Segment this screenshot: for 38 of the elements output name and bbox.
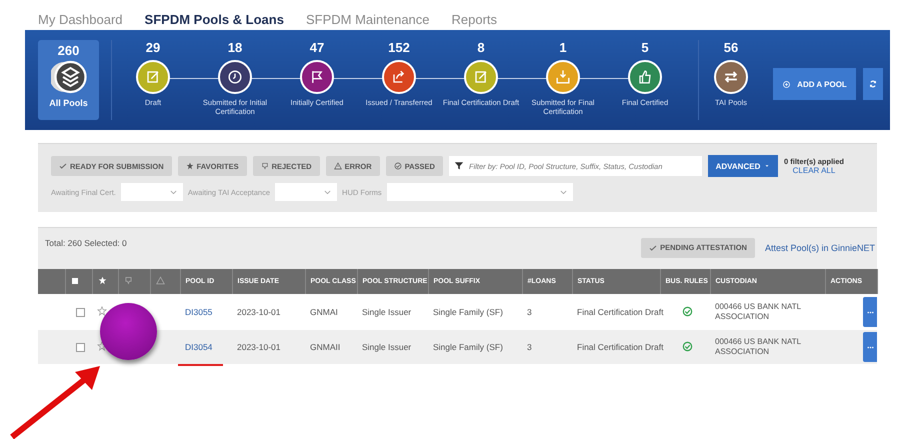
all-pools-tile[interactable]: 260 All Pools [38, 40, 99, 120]
warning-icon [334, 162, 342, 170]
star-icon [98, 276, 106, 285]
nav-tab[interactable]: My Dashboard [38, 9, 123, 30]
layers-icon [50, 59, 86, 95]
table-cell: 2023-10-01 [232, 294, 305, 330]
table-cell: GNMAI [305, 294, 357, 330]
nav-tab[interactable]: SFPDM Pools & Loans [144, 9, 284, 30]
clear-all-link[interactable]: CLEAR ALL [792, 166, 836, 175]
table-cell: Single Issuer [357, 294, 428, 330]
check-circle-icon [394, 162, 402, 170]
underline-mark [178, 364, 223, 366]
warning-icon [156, 276, 164, 285]
add-pool-button[interactable]: ADD A POOL [773, 68, 856, 100]
caret-icon [764, 163, 770, 169]
attest-link[interactable]: Attest Pool(s) in GinnieNET [764, 242, 875, 252]
row-checkbox[interactable] [76, 308, 85, 316]
filter-icon [454, 161, 464, 171]
refresh-button[interactable] [863, 68, 883, 100]
refresh-icon [868, 79, 878, 89]
row-checkbox[interactable] [76, 342, 85, 352]
plus-circle-icon [782, 80, 792, 88]
pool-id-link[interactable]: DI3054 [185, 342, 212, 352]
checkbox-icon [70, 276, 78, 284]
nav-tab[interactable]: SFPDM Maintenance [306, 9, 430, 30]
actions-button[interactable] [863, 297, 877, 327]
total-count: Total: 260 Selected: 0 [45, 238, 128, 248]
actions-button[interactable] [863, 332, 877, 362]
table-cell: 3 [522, 294, 572, 330]
advanced-button[interactable]: ADVANCED [708, 155, 778, 177]
table-cell: 000466 US BANK NATL ASSOCIATION [710, 294, 825, 330]
check-icon [649, 244, 658, 252]
nav-tab[interactable]: Reports [452, 9, 498, 30]
pool-id-link[interactable]: DI3055 [185, 307, 212, 317]
star-icon[interactable] [97, 306, 107, 316]
check-icon [59, 162, 67, 170]
star-icon [186, 162, 194, 170]
table-cell: Single Family (SF) [428, 294, 522, 330]
